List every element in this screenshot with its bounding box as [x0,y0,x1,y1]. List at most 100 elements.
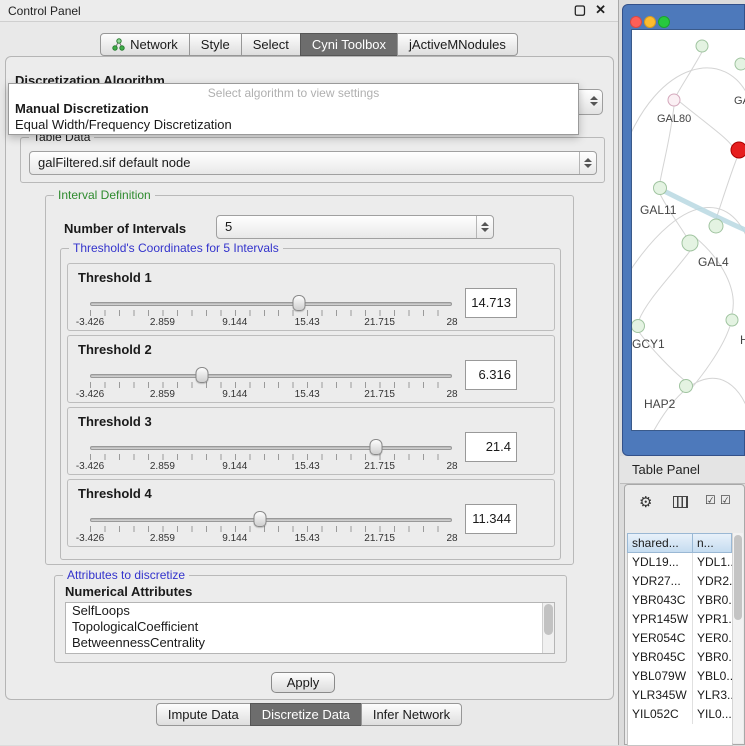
cell-name[interactable]: YER0... [693,629,732,648]
scale-tick-label: 28 [446,389,457,400]
cell-name[interactable]: YBR0... [693,648,732,667]
threshold-4-value-field[interactable]: 11.344 [465,504,517,534]
tab-cyni-toolbox[interactable]: Cyni Toolbox [300,33,398,56]
select-none-icon[interactable]: ☑ [720,493,731,507]
table-row[interactable]: YBL079W YBL0... [628,667,732,686]
list-item[interactable]: SelfLoops [66,603,554,619]
table-data-combobox[interactable]: galFiltered.sif default node [29,151,597,175]
table-row[interactable]: YDL19... YDL1... [628,553,732,572]
slider-thumb[interactable] [369,439,382,455]
slider-ticks [90,310,452,316]
slider-track[interactable] [90,518,452,522]
cell-shared-name[interactable]: YIL052C [628,705,693,724]
table-row[interactable]: YBR043C YBR0... [628,591,732,610]
slider-thumb[interactable] [254,511,267,527]
node-label: HAP2 [644,397,676,411]
threshold-2-value-field[interactable]: 6.316 [465,360,517,390]
node-label-partial: GA [734,95,745,107]
threshold-3-slider[interactable]: -3.426 2.859 9.144 15.43 21.715 28 [90,436,452,474]
table-row[interactable]: YER054C YER0... [628,629,732,648]
gene-node[interactable] [726,314,738,326]
close-window-button[interactable]: ✕ [595,2,606,18]
hap2-node[interactable] [680,380,693,393]
cell-shared-name[interactable]: YDR27... [628,572,693,591]
cell-name[interactable]: YDR2... [693,572,732,591]
table-scrollbar[interactable] [732,533,743,743]
minimize-button[interactable] [644,16,656,28]
table-row[interactable]: YIL052C YIL0... [628,705,732,724]
float-window-button[interactable]: ▢ [574,2,586,18]
cell-name[interactable]: YIL0... [693,705,732,724]
slider-thumb[interactable] [196,367,209,383]
tab-select[interactable]: Select [241,33,301,56]
cell-name[interactable]: YPR1... [693,610,732,629]
table-body: YDL19... YDL1... YDR27... YDR2... YBR043… [627,553,733,746]
network-view-window[interactable]: GAL80 GAL11 GAL4 GCY1 HAP2 GA H [622,4,745,456]
tab-network[interactable]: Network [100,33,190,56]
table-row[interactable]: YDR27... YDR2... [628,572,732,591]
column-header-shared-name[interactable]: shared... [627,533,693,553]
tab-style[interactable]: Style [189,33,242,56]
threshold-3-value-field[interactable]: 21.4 [465,432,517,462]
list-item[interactable]: BetweennessCentrality [66,635,554,651]
tab-impute-data[interactable]: Impute Data [156,703,251,726]
cell-shared-name[interactable]: YBL079W [628,667,693,686]
slider-track[interactable] [90,446,452,450]
slider-track[interactable] [90,374,452,378]
tab-discretize-data[interactable]: Discretize Data [250,703,362,726]
select-all-icon[interactable]: ☑ [705,493,716,507]
slider-thumb[interactable] [292,295,305,311]
algorithm-combo-remnant[interactable] [576,89,603,115]
thresholds-legend: Threshold's Coordinates for 5 Intervals [69,241,283,255]
columns-icon[interactable] [673,496,688,508]
zoom-button[interactable] [658,16,670,28]
threshold-1-slider[interactable]: -3.426 2.859 9.144 15.43 21.715 28 [90,292,452,330]
threshold-1-value-field[interactable]: 14.713 [465,288,517,318]
gal11-node[interactable] [654,182,667,195]
network-canvas[interactable]: GAL80 GAL11 GAL4 GCY1 HAP2 GA H [631,29,745,431]
cell-shared-name[interactable]: YDL19... [628,553,693,572]
gene-node[interactable] [735,58,745,70]
cell-name[interactable]: YBR0... [693,591,732,610]
scrollbar-thumb[interactable] [734,535,742,620]
table-row[interactable]: YPR145W YPR1... [628,610,732,629]
cell-shared-name[interactable]: YPR145W [628,610,693,629]
scale-tick-label: 21.715 [364,461,395,472]
cell-shared-name[interactable]: YER054C [628,629,693,648]
selected-red-node[interactable] [731,142,745,158]
table-panel-toolbar: ⚙ ☑ ☑ [625,485,744,521]
gene-node[interactable] [709,219,723,233]
cell-shared-name[interactable]: YBR043C [628,591,693,610]
cell-name[interactable]: YDL1... [693,553,732,572]
scrollbar-thumb[interactable] [544,604,553,635]
attributes-list-scrollbar[interactable] [542,603,554,653]
slider-track[interactable] [90,302,452,306]
gal80-node[interactable] [668,94,680,106]
threshold-2-slider[interactable]: -3.426 2.859 9.144 15.43 21.715 28 [90,364,452,402]
cell-name[interactable]: YBL0... [693,667,732,686]
thresholds-group: Threshold's Coordinates for 5 Intervals … [60,248,561,560]
scale-tick-label: -3.426 [76,533,104,544]
numerical-attributes-list[interactable]: SelfLoops TopologicalCoefficient Between… [65,602,555,654]
scale-tick-label: 28 [446,533,457,544]
cell-shared-name[interactable]: YLR345W [628,686,693,705]
list-item[interactable]: TopologicalCoefficient [66,619,554,635]
gear-icon[interactable]: ⚙ [639,493,652,511]
dropdown-option-manual-discretization[interactable]: Manual Discretization [9,100,578,116]
threshold-4-slider[interactable]: -3.426 2.859 9.144 15.43 21.715 28 [90,508,452,546]
tab-infer-network[interactable]: Infer Network [361,703,462,726]
column-header-name[interactable]: n... [692,533,732,553]
apply-button[interactable]: Apply [271,672,335,693]
tab-jactivemodules[interactable]: jActiveMNodules [397,33,518,56]
number-of-intervals-combobox[interactable]: 5 [216,215,494,239]
tab-jactivemodules-label: jActiveMNodules [409,37,506,52]
dropdown-option-equal-width[interactable]: Equal Width/Frequency Discretization [9,116,578,132]
gcy1-node[interactable] [632,320,645,333]
cell-shared-name[interactable]: YBR045C [628,648,693,667]
close-button[interactable] [630,16,642,28]
table-row[interactable]: YLR345W YLR3... [628,686,732,705]
gene-node[interactable] [696,40,708,52]
gal4-node[interactable] [682,235,698,251]
table-row[interactable]: YBR045C YBR0... [628,648,732,667]
cell-name[interactable]: YLR3... [693,686,732,705]
